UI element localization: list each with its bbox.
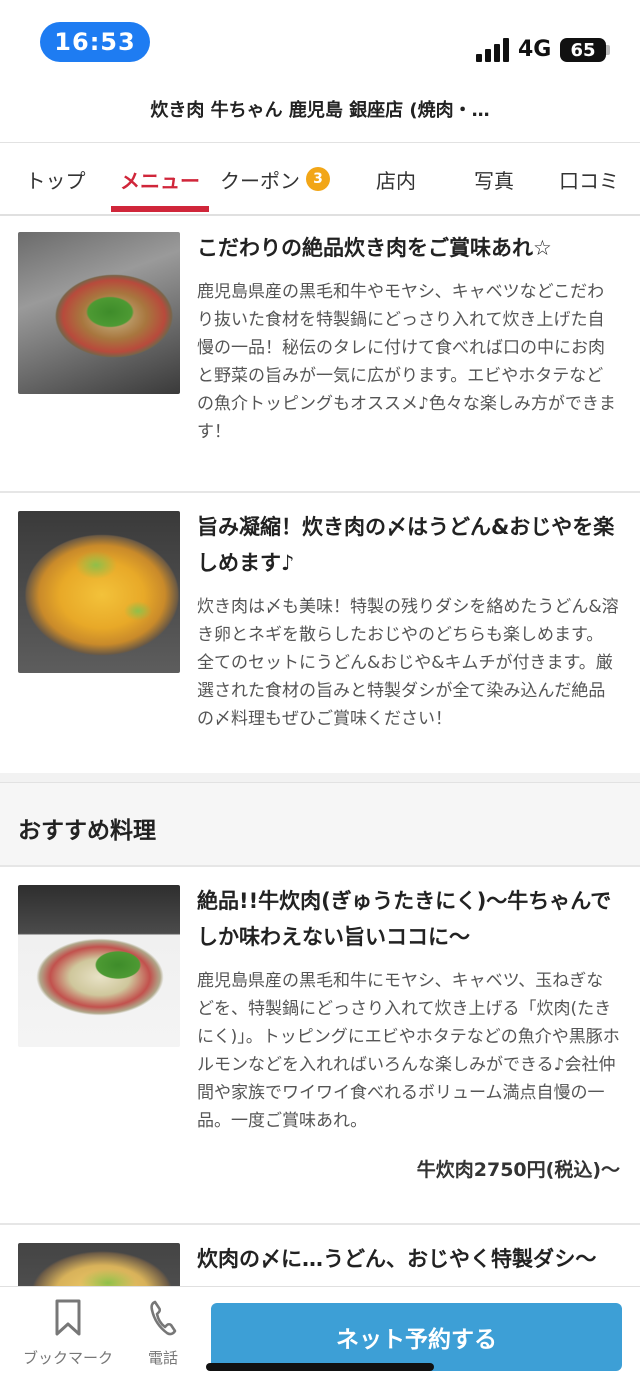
battery-level: 65: [570, 39, 596, 61]
tab-label: メニュー: [120, 168, 200, 193]
menu-item-price: 牛炊肉2750円(税込)〜: [416, 1159, 620, 1181]
bookmark-button[interactable]: ブックマーク: [16, 1299, 120, 1368]
tab-label: クーポン: [220, 168, 300, 193]
coupon-count-badge: 3: [306, 167, 330, 191]
page-title: 炊き肉 牛ちゃん 鹿児島 銀座店 (焼肉・…: [150, 100, 490, 121]
tab-bar: トップ メニュー クーポン 3 店内 写真 口コミ: [0, 142, 640, 216]
bookmark-icon: [55, 1299, 81, 1336]
battery-icon: 65: [560, 38, 606, 62]
home-indicator: [206, 1363, 434, 1371]
phone-icon: [150, 1300, 177, 1336]
dish-photo: [18, 1243, 180, 1286]
tab-interior[interactable]: 店内: [341, 143, 451, 215]
tab-label: 写真: [474, 168, 514, 193]
tab-top[interactable]: トップ: [0, 143, 111, 215]
menu-item-description: 鹿児島県産の黒毛和牛やモヤシ、キャベツなどこだわり抜いた食材を特製鍋にどっさり入…: [197, 282, 616, 442]
net-reservation-button[interactable]: ネット予約する: [211, 1303, 622, 1371]
section-heading: おすすめ料理: [0, 783, 640, 867]
phone-label: 電話: [147, 1349, 178, 1367]
tab-reviews[interactable]: 口コミ: [537, 143, 640, 215]
dish-photo: [18, 885, 180, 1047]
dish-photo: [18, 511, 180, 673]
phone-button[interactable]: 電話: [140, 1299, 186, 1368]
menu-item-title: 旨み凝縮！炊き肉の〆はうどん&おじやを楽しめます♪: [197, 515, 615, 575]
tab-label: 口コミ: [559, 168, 619, 193]
menu-item[interactable]: 炊肉の〆に…うどん、おじやく特製ダシ〜: [0, 1225, 640, 1286]
menu-item-description: 炊き肉は〆も美味！特製の残りダシを絡めたうどん&溶き卵とネギを散らしたおじやのど…: [197, 597, 619, 729]
tab-label: トップ: [25, 168, 86, 193]
menu-item-description: 鹿児島県産の黒毛和牛にモヤシ、キャベツ、玉ねぎなどを、特製鍋にどっさり入れて炊き…: [197, 971, 620, 1131]
menu-item-title: 絶品!!牛炊肉(ぎゅうたきにく)〜牛ちゃんでしか味わえない旨いココに〜: [197, 889, 612, 949]
dish-photo: [18, 232, 180, 394]
status-bar: 16:53 4G 65: [0, 0, 640, 80]
menu-item-title: こだわりの絶品炊き肉をご賞味あれ☆: [197, 236, 552, 260]
menu-item[interactable]: 絶品!!牛炊肉(ぎゅうたきにく)〜牛ちゃんでしか味わえない旨いココに〜 鹿児島県…: [0, 867, 640, 1225]
battery-cap: [606, 45, 610, 55]
active-tab-indicator: [111, 206, 209, 212]
cellular-signal-icon: [476, 38, 512, 62]
tab-photos[interactable]: 写真: [451, 143, 537, 215]
menu-item-title: 炊肉の〆に…うどん、おじやく特製ダシ〜: [197, 1247, 597, 1271]
menu-content[interactable]: こだわりの絶品炊き肉をご賞味あれ☆ 鹿児島県産の黒毛和牛やモヤシ、キャベツなどこ…: [0, 216, 640, 1286]
menu-item[interactable]: こだわりの絶品炊き肉をご賞味あれ☆ 鹿児島県産の黒毛和牛やモヤシ、キャベツなどこ…: [0, 216, 640, 493]
tab-label: 店内: [376, 168, 416, 193]
tab-menu[interactable]: メニュー: [111, 143, 209, 215]
network-type: 4G: [518, 37, 552, 62]
tab-coupon[interactable]: クーポン 3: [209, 143, 341, 215]
section-separator: [0, 773, 640, 783]
menu-item[interactable]: 旨み凝縮！炊き肉の〆はうどん&おじやを楽しめます♪ 炊き肉は〆も美味！特製の残り…: [0, 493, 640, 773]
status-time: 16:53: [40, 22, 150, 62]
bookmark-label: ブックマーク: [22, 1349, 113, 1367]
